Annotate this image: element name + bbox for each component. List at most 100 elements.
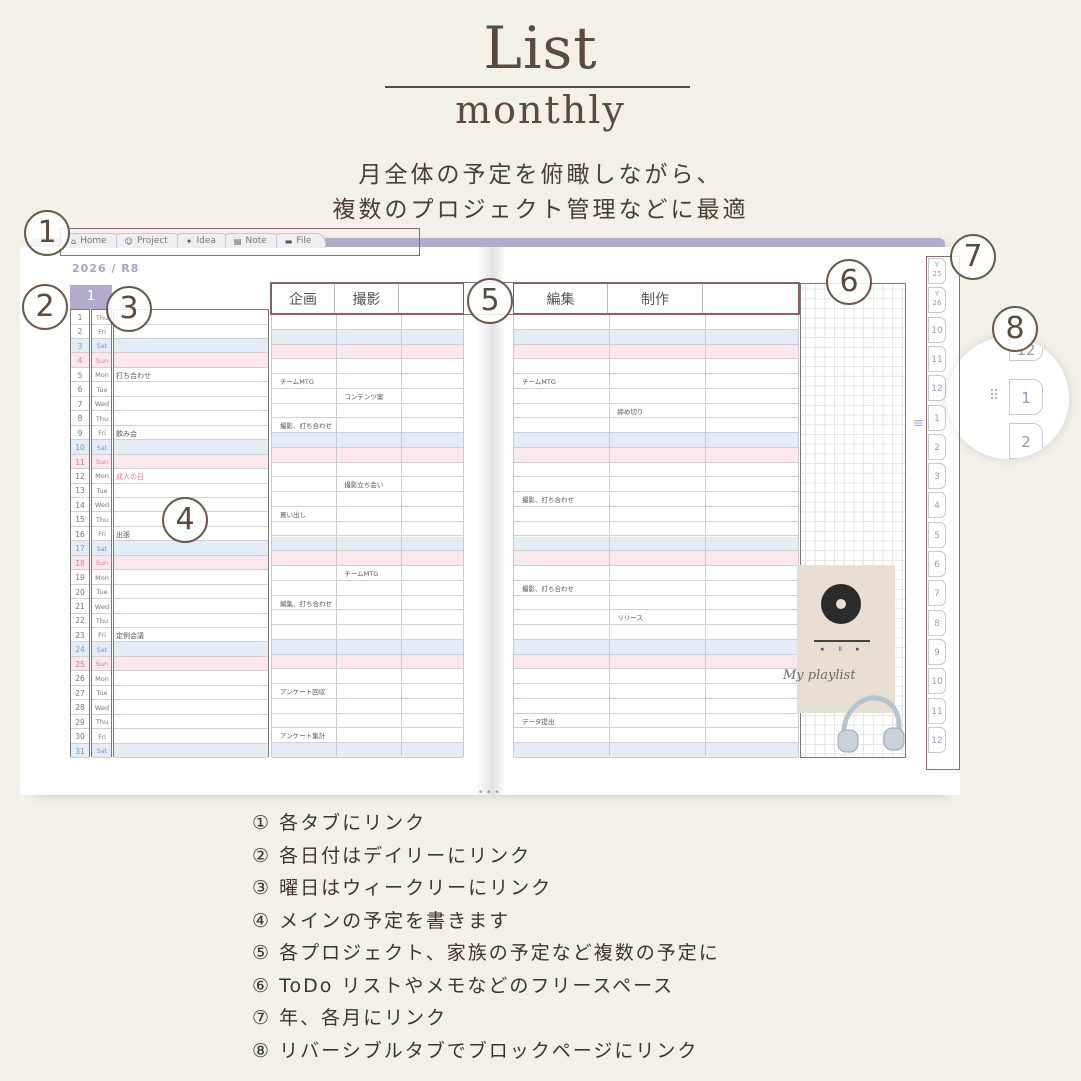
menu-icon[interactable]: ≡ — [913, 416, 924, 431]
playlist-title: My playlist — [783, 668, 856, 683]
weekday-link[interactable]: Thu — [92, 617, 112, 625]
table-row — [272, 610, 463, 626]
date-link-15[interactable]: 15 — [71, 515, 89, 524]
date-link-21[interactable]: 21 — [71, 602, 89, 611]
date-link-3[interactable]: 3 — [71, 342, 89, 351]
date-link-26[interactable]: 26 — [71, 674, 89, 683]
weekday-link[interactable]: Sat — [92, 545, 112, 553]
date-link-9[interactable]: 9 — [71, 429, 89, 438]
table-row — [114, 743, 268, 759]
callout-box-projects — [270, 282, 800, 315]
weekday-link[interactable]: Tue — [92, 689, 112, 697]
project-entry: 撮影、打ち合わせ — [522, 496, 574, 505]
table-row — [114, 411, 268, 426]
page-title: List — [483, 14, 598, 82]
weekday-link[interactable]: Sun — [92, 660, 112, 668]
date-link-31[interactable]: 31 — [71, 747, 89, 756]
callout-box-tabs — [60, 228, 420, 256]
weekday-link[interactable]: Wed — [92, 400, 112, 408]
weekday-link[interactable]: Sat — [92, 444, 112, 452]
grip-icon[interactable]: ⠿ — [989, 388, 999, 404]
date-link-22[interactable]: 22 — [71, 616, 89, 625]
weekday-link[interactable]: Sat — [92, 646, 112, 654]
weekday-link[interactable]: Wed — [92, 603, 112, 611]
weekday-link[interactable]: Fri — [92, 429, 112, 437]
date-link-24[interactable]: 24 — [71, 645, 89, 654]
weekday-link[interactable]: Fri — [92, 328, 112, 336]
date-link-30[interactable]: 30 — [71, 732, 89, 741]
table-row — [514, 596, 798, 611]
weekday-link[interactable]: Sun — [92, 458, 112, 466]
date-link-12[interactable]: 12 — [71, 472, 89, 481]
weekday-link[interactable]: Fri — [92, 631, 112, 639]
date-link-7[interactable]: 7 — [71, 400, 89, 409]
weekday-link[interactable]: Mon — [92, 574, 112, 582]
weekday-link[interactable]: Tue — [92, 487, 112, 495]
date-link-11[interactable]: 11 — [71, 458, 89, 467]
table-row — [114, 642, 268, 657]
callout-6: 6 — [826, 259, 872, 305]
schedule-entry: 飲み会 — [116, 429, 137, 438]
date-link-8[interactable]: 8 — [71, 414, 89, 423]
table-row — [114, 570, 268, 585]
weekday-link[interactable]: Fri — [92, 733, 112, 741]
weekday-link[interactable]: Mon — [92, 472, 112, 480]
date-link-16[interactable]: 16 — [71, 530, 89, 539]
playlist-progress-bar — [814, 640, 870, 642]
weekday-link[interactable]: Wed — [92, 501, 112, 509]
date-link-29[interactable]: 29 — [71, 718, 89, 727]
weekday-link[interactable]: Wed — [92, 704, 112, 712]
date-link-13[interactable]: 13 — [71, 486, 89, 495]
weekday-link[interactable]: Sat — [92, 747, 112, 755]
table-row — [272, 743, 463, 758]
zoom-tab-next[interactable]: 2 — [1009, 423, 1043, 459]
weekday-link[interactable]: Thu — [92, 718, 112, 726]
date-link-25[interactable]: 25 — [71, 660, 89, 669]
legend-item: ③ 曜日はウィークリーにリンク — [252, 877, 553, 899]
table-row — [114, 397, 268, 412]
weekday-link[interactable]: Sun — [92, 559, 112, 567]
date-link-4[interactable]: 4 — [71, 356, 89, 365]
table-row — [114, 613, 268, 629]
weekday-link[interactable]: Sat — [92, 342, 112, 350]
table-row — [514, 728, 798, 744]
date-link-28[interactable]: 28 — [71, 703, 89, 712]
date-link-5[interactable]: 5 — [71, 371, 89, 380]
weekday-link[interactable]: Thu — [92, 516, 112, 524]
weekday-link[interactable]: Mon — [92, 675, 112, 683]
date-link-27[interactable]: 27 — [71, 689, 89, 698]
table-row — [114, 599, 268, 614]
schedule-entry: 打ち合わせ — [116, 371, 151, 380]
weekday-link[interactable]: Thu — [92, 415, 112, 423]
page-subtitle: monthly — [455, 88, 626, 132]
weekday-link[interactable]: Tue — [92, 386, 112, 394]
date-link-6[interactable]: 6 — [71, 385, 89, 394]
date-link-14[interactable]: 14 — [71, 501, 89, 510]
table-row — [514, 566, 798, 581]
zoom-tab-current[interactable]: 1 — [1009, 379, 1043, 415]
date-link-2[interactable]: 2 — [71, 327, 89, 336]
table-row — [514, 507, 798, 522]
date-link-19[interactable]: 19 — [71, 573, 89, 582]
table-row — [114, 671, 268, 686]
table-row — [114, 353, 268, 368]
weekday-link[interactable]: Mon — [92, 371, 112, 379]
date-link-20[interactable]: 20 — [71, 588, 89, 597]
weekday-link[interactable]: Fri — [92, 530, 112, 538]
table-row — [514, 522, 798, 537]
date-link-1[interactable]: 1 — [71, 313, 89, 322]
date-link-17[interactable]: 17 — [71, 544, 89, 553]
project-entry: コンテンツ案 — [344, 392, 384, 401]
weekday-link[interactable]: Tue — [92, 588, 112, 596]
table-row — [114, 585, 268, 600]
project-entry: 撮影立ち会い — [344, 481, 384, 490]
table-row — [514, 389, 798, 404]
date-link-10[interactable]: 10 — [71, 443, 89, 452]
table-row — [514, 463, 798, 478]
table-row — [514, 329, 798, 345]
date-link-18[interactable]: 18 — [71, 559, 89, 568]
weekday-link[interactable]: Sun — [92, 357, 112, 365]
book-spine — [476, 247, 506, 795]
date-link-23[interactable]: 23 — [71, 631, 89, 640]
table-row — [514, 551, 798, 567]
